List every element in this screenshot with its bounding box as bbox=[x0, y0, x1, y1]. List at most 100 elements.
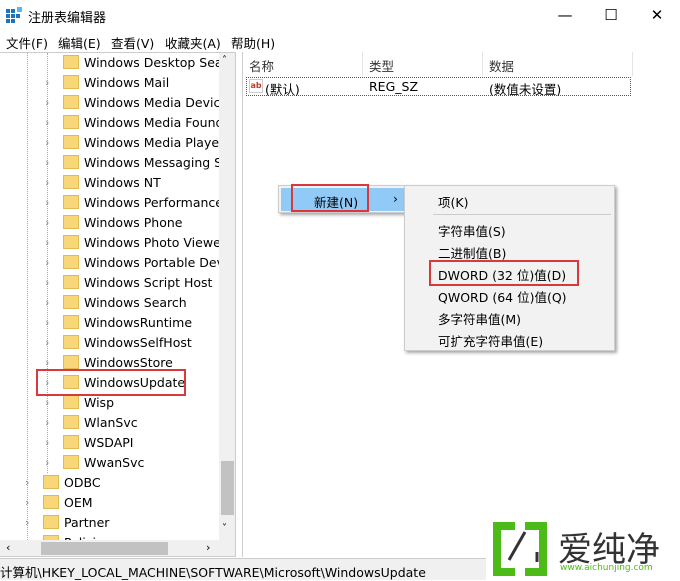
expand-chevron-icon[interactable]: › bbox=[25, 496, 35, 509]
tree-node[interactable]: › WindowsRuntime bbox=[45, 312, 192, 332]
expand-chevron-icon[interactable]: › bbox=[45, 456, 55, 469]
close-button[interactable]: ✕ bbox=[642, 4, 672, 26]
folder-icon bbox=[63, 415, 79, 429]
tree-vertical-scroll-thumb[interactable] bbox=[221, 461, 234, 515]
column-divider[interactable] bbox=[482, 52, 483, 76]
tree-node-label: Windows NT bbox=[84, 174, 161, 190]
value-type: REG_SZ bbox=[369, 79, 419, 94]
scroll-left-icon[interactable]: ‹ bbox=[6, 541, 10, 554]
expand-chevron-icon[interactable]: › bbox=[25, 516, 35, 529]
folder-icon bbox=[43, 475, 59, 489]
tree-node[interactable]: › WlanSvc bbox=[45, 412, 138, 432]
tree-node[interactable]: › Windows Media Founda bbox=[45, 112, 231, 132]
tree-node[interactable]: Windows Desktop Sear bbox=[45, 53, 228, 72]
folder-icon bbox=[63, 75, 79, 89]
tree-node[interactable]: › Windows Script Host bbox=[45, 272, 212, 292]
expand-chevron-icon[interactable]: › bbox=[45, 196, 55, 209]
menu-item-expandable-string-value[interactable]: 可扩充字符串值(E) bbox=[438, 331, 543, 350]
expand-chevron-icon[interactable]: › bbox=[45, 116, 55, 129]
menu-favorites[interactable]: 收藏夹(A) bbox=[165, 33, 221, 52]
maximize-button[interactable]: ☐ bbox=[596, 4, 626, 26]
expand-chevron-icon[interactable]: › bbox=[45, 76, 55, 89]
folder-icon bbox=[63, 235, 79, 249]
tree-node-label: Windows Messaging Su bbox=[84, 154, 231, 170]
tree-node[interactable]: › Windows Photo Viewer bbox=[45, 232, 226, 252]
menu-bar: 文件(F) 编辑(E) 查看(V) 收藏夹(A) 帮助(H) bbox=[0, 30, 680, 52]
tree-node[interactable]: › Windows Media Device bbox=[45, 92, 228, 112]
tree-node[interactable]: › Partner bbox=[25, 512, 109, 532]
tree-node[interactable]: › WindowsSelfHost bbox=[45, 332, 192, 352]
tree-node[interactable]: › Windows NT bbox=[45, 172, 161, 192]
tree-node[interactable]: › Windows Portable Devic bbox=[45, 252, 234, 272]
context-menu: 新建(N) › bbox=[278, 184, 410, 213]
folder-icon bbox=[63, 395, 79, 409]
menu-separator bbox=[433, 214, 611, 215]
column-divider[interactable] bbox=[362, 52, 363, 76]
regedit-app-icon bbox=[6, 7, 22, 23]
window-title: 注册表编辑器 bbox=[28, 11, 107, 26]
expand-chevron-icon[interactable]: › bbox=[45, 96, 55, 109]
tree-node[interactable]: › OEM bbox=[25, 492, 93, 512]
menu-item-qword-value[interactable]: QWORD (64 位)值(Q) bbox=[438, 287, 567, 306]
menu-item-multi-string-value[interactable]: 多字符串值(M) bbox=[438, 309, 521, 328]
menu-file[interactable]: 文件(F) bbox=[6, 33, 48, 52]
tree-node-label: WindowsRuntime bbox=[84, 314, 193, 330]
menu-view[interactable]: 查看(V) bbox=[111, 33, 154, 52]
expand-chevron-icon[interactable]: › bbox=[45, 336, 55, 349]
tree-node-label: Windows Script Host bbox=[84, 274, 213, 290]
scroll-right-icon[interactable]: › bbox=[206, 541, 210, 554]
folder-icon bbox=[63, 195, 79, 209]
scroll-up-icon[interactable]: ˄ bbox=[222, 55, 227, 66]
expand-chevron-icon[interactable]: › bbox=[45, 396, 55, 409]
tree-node[interactable]: › ODBC bbox=[25, 472, 101, 492]
table-row[interactable]: ab (默认) REG_SZ (数值未设置) bbox=[246, 77, 631, 97]
expand-chevron-icon[interactable]: › bbox=[45, 276, 55, 289]
expand-chevron-icon[interactable]: › bbox=[45, 136, 55, 149]
menu-item-key[interactable]: 项(K) bbox=[438, 192, 468, 211]
folder-icon bbox=[63, 435, 79, 449]
tree-horizontal-scroll-thumb[interactable] bbox=[41, 542, 168, 555]
folder-icon bbox=[43, 515, 59, 529]
tree-node[interactable]: › WSDAPI bbox=[45, 432, 133, 452]
expand-chevron-icon[interactable]: › bbox=[25, 476, 35, 489]
expand-chevron-icon[interactable]: › bbox=[45, 256, 55, 269]
highlight-box-dword bbox=[429, 260, 579, 286]
tree-node[interactable]: › Windows Media Player bbox=[45, 132, 224, 152]
tree-node[interactable]: › Windows Search bbox=[45, 292, 187, 312]
tree-node-label: WindowsSelfHost bbox=[84, 334, 192, 350]
tree-node-label: WlanSvc bbox=[84, 414, 138, 430]
tree-node[interactable]: › Windows Messaging Su bbox=[45, 152, 230, 172]
expand-chevron-icon[interactable]: › bbox=[45, 296, 55, 309]
column-header-type[interactable]: 类型 bbox=[369, 56, 394, 75]
new-submenu: 项(K) 字符串值(S) 二进制值(B) DWORD (32 位)值(D) QW… bbox=[404, 185, 615, 351]
tree-node[interactable]: › Windows Performance T bbox=[45, 192, 235, 212]
expand-chevron-icon[interactable]: › bbox=[45, 436, 55, 449]
expand-chevron-icon[interactable]: › bbox=[45, 176, 55, 189]
tree-node-label: WwanSvc bbox=[84, 454, 145, 470]
registry-path: 计算机\HKEY_LOCAL_MACHINE\SOFTWARE\Microsof… bbox=[0, 565, 426, 580]
expand-chevron-icon[interactable]: › bbox=[45, 236, 55, 249]
watermark-logo-icon bbox=[493, 522, 547, 576]
menu-item-string-value[interactable]: 字符串值(S) bbox=[438, 221, 506, 240]
column-divider[interactable] bbox=[632, 52, 633, 76]
column-header-data[interactable]: 数据 bbox=[489, 56, 514, 75]
expand-chevron-icon[interactable]: › bbox=[45, 416, 55, 429]
tree-node[interactable]: › WwanSvc bbox=[45, 452, 144, 472]
menu-help[interactable]: 帮助(H) bbox=[231, 33, 275, 52]
folder-icon bbox=[63, 255, 79, 269]
tree-node-label: OEM bbox=[64, 494, 93, 510]
expand-chevron-icon[interactable]: › bbox=[45, 316, 55, 329]
title-bar: 注册表编辑器 — ☐ ✕ bbox=[0, 0, 680, 30]
tree-node[interactable]: › Windows Phone bbox=[45, 212, 183, 232]
column-header-name[interactable]: 名称 bbox=[249, 56, 274, 75]
minimize-button[interactable]: — bbox=[550, 4, 580, 26]
folder-icon bbox=[63, 175, 79, 189]
expand-chevron-icon[interactable]: › bbox=[45, 156, 55, 169]
scroll-down-icon[interactable]: ˅ bbox=[222, 523, 227, 534]
expand-chevron-icon[interactable]: › bbox=[45, 216, 55, 229]
menu-edit[interactable]: 编辑(E) bbox=[58, 33, 101, 52]
folder-icon bbox=[63, 135, 79, 149]
highlight-box-new bbox=[291, 184, 369, 212]
tree-node[interactable]: › Windows Mail bbox=[45, 72, 169, 92]
expand-chevron-icon[interactable]: › bbox=[45, 356, 55, 369]
